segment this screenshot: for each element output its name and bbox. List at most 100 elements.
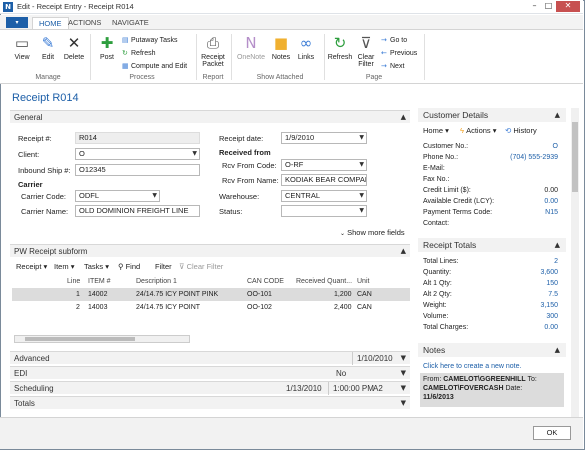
volume-value[interactable]: 300 [500,313,558,320]
edi-header[interactable]: EDI No ▼ [10,366,410,379]
ribbon-separator [424,34,425,80]
table-row[interactable]: 14003 [88,304,107,311]
carrier-name-field[interactable]: OLD DOMINION FREIGHT LINE [75,205,200,217]
total-lines-value[interactable]: 2 [500,258,558,265]
view-button[interactable]: ▭ View [8,34,36,61]
col-header-line[interactable]: Line [67,278,80,285]
ok-button[interactable]: OK [533,426,571,440]
weight-value[interactable]: 3,150 [500,302,558,309]
table-row[interactable]: 2,400 [334,304,352,311]
quantity-value[interactable]: 3,600 [500,269,558,276]
table-row[interactable]: OO-102 [247,304,272,311]
close-button[interactable]: ✕ [556,1,580,12]
app-menu-button[interactable]: ▾ [6,17,28,28]
rcv-from-name-field[interactable]: KODIAK BEAR COMPANY [281,174,367,186]
subform-clear-filter-button[interactable]: ⊽ Clear Filter [179,262,223,271]
dropdown-arrow-icon[interactable]: ▼ [152,191,157,201]
advanced-header[interactable]: Advanced 1/10/2010 ▼ [10,351,410,365]
available-credit-value[interactable]: 0.00 [500,198,558,205]
dropdown-arrow-icon[interactable]: ▼ [359,160,364,170]
customer-no-value[interactable]: O [500,143,558,150]
subform-receipt-menu[interactable]: Receipt ▾ [16,262,47,271]
putaway-tasks-button[interactable]: ▤ Putaway Tasks [122,35,178,46]
col-header-item[interactable]: ITEM # [88,278,111,285]
clear-filter-button[interactable]: ⊽ Clear Filter [352,34,380,68]
dropdown-arrow-icon[interactable]: ▼ [359,206,364,216]
receipt-totals-header[interactable]: Receipt Totals ▲ [418,238,566,252]
subform-filter-button[interactable]: Filter [155,262,172,271]
go-to-button[interactable]: → Go to [381,35,407,46]
status-field[interactable]: ▼ [281,205,367,217]
edit-button[interactable]: ✎ Edit [34,34,62,61]
create-note-link[interactable]: Click here to create a new note. [423,363,521,370]
factbox-actions-menu[interactable]: ϟ Actions ▾ [460,126,497,135]
table-row[interactable]: 1 [76,291,80,298]
client-field[interactable]: O ▼ [75,148,200,160]
table-row[interactable]: 1,200 [334,291,352,298]
delete-button[interactable]: ✕ Delete [60,34,88,61]
factbox-history-button[interactable]: ⟲ History [505,126,537,135]
horizontal-scrollbar[interactable] [14,335,190,343]
show-more-fields-link[interactable]: ⌄ Show more fields [340,228,405,237]
receipt-packet-button[interactable]: ⎙ Receipt Packet [198,34,228,68]
tab-navigate[interactable]: NAVIGATE [106,17,155,29]
maximize-button[interactable]: □ [542,1,555,12]
totals-header[interactable]: Totals ▼ [10,396,410,409]
group-report: Report [202,74,224,81]
factbox-home-menu[interactable]: Home ▾ [423,126,449,135]
col-header-description[interactable]: Description 1 [136,278,177,285]
dropdown-arrow-icon[interactable]: ▼ [359,191,364,201]
table-row[interactable]: CAN [357,291,372,298]
general-header[interactable]: General ▲ [10,110,410,123]
warehouse-field[interactable]: CENTRAL ▼ [281,190,367,202]
table-row[interactable]: OO-101 [247,291,272,298]
dropdown-arrow-icon[interactable]: ▼ [192,149,197,159]
carrier-code-field[interactable]: ODFL ▼ [75,190,160,202]
links-button[interactable]: ∞ Links [292,34,320,61]
customer-details-header[interactable]: Customer Details ▲ [418,108,566,122]
notes-header[interactable]: Notes ▲ [418,343,566,357]
phone-no-value[interactable]: (704) 555-2939 [500,154,558,161]
compute-edit-button[interactable]: ▦ Compute and Edit [122,61,187,72]
table-row[interactable]: 24/14.75 ICY POINT PINK [136,291,218,298]
subform-header[interactable]: PW Receipt subform ▲ [10,244,410,257]
delete-icon: ✕ [67,34,81,52]
available-credit-label: Available Credit (LCY): [423,198,495,205]
note-entry[interactable]: From: CAMELOT\GGREENHILL To: CAMELOT\FOV… [420,373,564,407]
col-header-unit[interactable]: Unit [357,278,369,285]
alt1-qty-value[interactable]: 150 [500,280,558,287]
table-row[interactable]: 14002 [88,291,107,298]
col-header-can-code[interactable]: CAN CODE [247,278,284,285]
tab-actions[interactable]: ACTIONS [62,17,107,29]
carrier-code-label: Carrier Code: [21,192,67,201]
subform-item-menu[interactable]: Item ▾ [54,262,74,271]
scrollbar-thumb[interactable] [25,337,135,341]
ribbon-separator [324,34,325,80]
post-button[interactable]: ✚ Post [93,34,121,61]
receipt-date-field[interactable]: 1/9/2010 ▼ [281,132,367,144]
rcv-from-code-field[interactable]: O-RF ▼ [281,159,367,171]
table-row[interactable]: 24/14.75 ICY POINT [136,304,200,311]
vertical-scrollbar[interactable] [571,108,579,417]
subform-tasks-menu[interactable]: Tasks ▾ [84,262,109,271]
table-row[interactable]: CAN [357,304,372,311]
next-button[interactable]: → Next [381,61,404,72]
chevron-up-icon: ▲ [400,113,406,121]
dropdown-arrow-icon[interactable]: ▼ [359,133,364,143]
scrollbar-thumb[interactable] [572,122,578,192]
table-row[interactable]: 2 [76,304,80,311]
total-charges-value[interactable]: 0.00 [500,324,558,331]
col-header-received-qty[interactable]: Received Quant... [296,278,352,285]
onenote-button[interactable]: N OneNote [234,34,268,61]
notes-button[interactable]: ■ Notes [267,34,295,61]
receipt-no-field[interactable]: R014 [75,132,200,144]
alt2-qty-value[interactable]: 7.5 [500,291,558,298]
subform-find-button[interactable]: ⚲ Find [118,262,140,271]
refresh-small-button[interactable]: ↻ Refresh [122,48,156,59]
refresh-button[interactable]: ↻ Refresh [326,34,354,61]
minimize-button[interactable]: – [528,1,541,12]
scheduling-header[interactable]: Scheduling 1/13/2010 1:00:00 PM A2 ▼ [10,381,410,395]
payment-terms-value[interactable]: N15 [500,209,558,216]
inbound-ship-field[interactable]: O12345 [75,164,200,176]
previous-button[interactable]: ← Previous [381,48,417,59]
